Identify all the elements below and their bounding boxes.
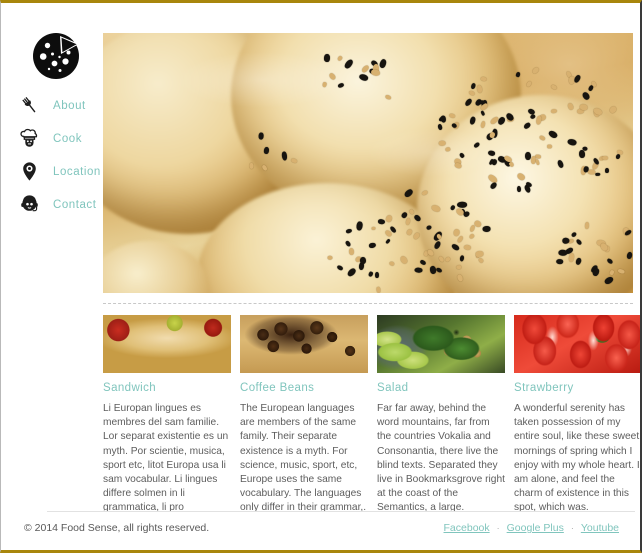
main-content: Sandwich Li Europan lingues es membres d… (101, 3, 640, 550)
social-link-google-plus[interactable]: Google Plus (507, 522, 564, 534)
card-body: Li Europan lingues es membres del sam fa… (103, 403, 229, 514)
card-title[interactable]: Sandwich (103, 382, 231, 394)
card-title[interactable]: Coffee Beans (240, 382, 368, 394)
card-coffee-beans: Coffee Beans The European languages are … (240, 315, 368, 516)
sidebar-item-label: Location (53, 165, 101, 178)
social-link-facebook[interactable]: Facebook (444, 522, 490, 534)
card-body: The European languages are members of th… (240, 403, 367, 514)
copyright-text: © 2014 Food Sense, all rights reserved. (24, 522, 210, 534)
card-body: A wonderful serenity has taken possessio… (514, 403, 640, 514)
card-title[interactable]: Strawberry (514, 382, 640, 394)
sidebar-item-cook[interactable]: Cook (1, 122, 101, 155)
card-body: Far far away, behind the word mountains,… (377, 403, 505, 514)
card-title[interactable]: Salad (377, 382, 505, 394)
pizza-icon (33, 33, 79, 79)
map-pin-icon (19, 161, 53, 182)
fork-icon (19, 95, 53, 116)
footer: © 2014 Food Sense, all rights reserved. … (1, 519, 640, 543)
card-strawberry: Strawberry A wonderful serenity has take… (514, 315, 640, 516)
salad-photo[interactable] (377, 315, 505, 373)
sidebar-item-label: Contact (53, 198, 97, 211)
sidebar: About Cook Location Contact (1, 3, 101, 550)
coffee-beans-photo[interactable] (240, 315, 368, 373)
social-separator: · (570, 523, 574, 533)
headset-person-icon (19, 194, 53, 215)
social-link-youtube[interactable]: Youtube (581, 522, 619, 534)
section-divider (103, 303, 633, 304)
sidebar-item-about[interactable]: About (1, 89, 101, 122)
sidebar-item-label: About (53, 99, 86, 112)
social-separator: · (496, 523, 500, 533)
sidebar-nav: About Cook Location Contact (1, 89, 101, 221)
card-sandwich: Sandwich Li Europan lingues es membres d… (103, 315, 231, 516)
hero-image[interactable] (103, 33, 633, 293)
site-logo[interactable] (30, 30, 82, 82)
strawberry-photo[interactable] (514, 315, 640, 373)
chef-hat-icon (19, 128, 53, 149)
social-links: Facebook · Google Plus · Youtube (444, 522, 619, 534)
card-salad: Salad Far far away, behind the word moun… (377, 315, 505, 516)
sidebar-item-contact[interactable]: Contact (1, 188, 101, 221)
footer-divider (47, 511, 635, 512)
sandwich-photo[interactable] (103, 315, 231, 373)
page-frame: About Cook Location Contact Sandwich Li … (0, 0, 642, 553)
cards-row: Sandwich Li Europan lingues es membres d… (103, 315, 640, 516)
sidebar-item-location[interactable]: Location (1, 155, 101, 188)
sidebar-item-label: Cook (53, 132, 83, 145)
